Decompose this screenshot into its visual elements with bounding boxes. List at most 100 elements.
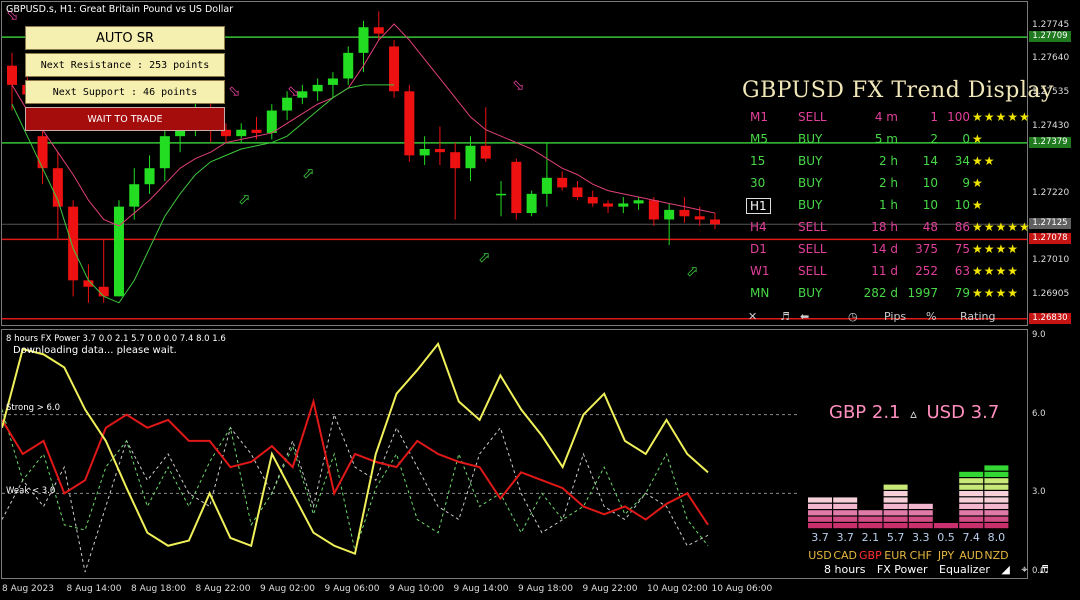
trend-percent: 86	[954, 220, 970, 234]
equalizer-value: 8.0	[987, 531, 1006, 544]
equalizer-currency[interactable]: CAD	[833, 549, 857, 562]
trend-row[interactable]: D1 SELL 14 d 375 75 ★★★★	[740, 242, 1025, 262]
trend-pips: 252	[915, 264, 938, 278]
next-resistance-label: Next Resistance : 253 points	[25, 53, 225, 77]
equalizer-value: 2.1	[861, 531, 880, 544]
rating-stars: ★★★★	[972, 242, 1020, 256]
trend-duration: 5 m	[874, 132, 898, 146]
trend-pips: 48	[922, 220, 938, 234]
trend-pips: 375	[915, 242, 938, 256]
rating-stars: ★★★★★	[972, 110, 1031, 124]
trend-row[interactable]: H4 SELL 18 h 48 86 ★★★★★	[740, 220, 1030, 240]
wait-to-trade-button[interactable]: WAIT TO TRADE	[25, 107, 225, 131]
close-icon[interactable]: ✕	[748, 310, 757, 323]
trend-direction: BUY	[798, 132, 823, 146]
price-tag: 1.27125	[1029, 218, 1071, 230]
trend-row[interactable]: MN BUY 282 d 1997 79 ★★★★	[740, 286, 1025, 306]
equalizer-currency[interactable]: USD	[808, 549, 832, 562]
rating-stars: ★	[972, 176, 984, 190]
date-axis-label: 10 Aug 06:00	[711, 584, 773, 594]
download-status: Downloading data... please wait.	[13, 345, 177, 356]
trend-direction: SELL	[798, 110, 827, 124]
equalizer-currency[interactable]: JPY	[934, 549, 958, 562]
trend-direction: BUY	[798, 154, 823, 168]
equalizer-currency[interactable]: EUR	[884, 549, 908, 562]
price-tag: 1.26830	[1029, 312, 1071, 324]
price-tag: 1.27078	[1029, 233, 1071, 245]
arrow-left-icon[interactable]: ⬅	[800, 310, 809, 323]
trend-display-title: GBPUSD FX Trend Display	[742, 78, 1054, 103]
equalizer-currency[interactable]: NZD	[984, 549, 1008, 562]
delta-icon: ▵	[910, 407, 917, 422]
mode-selector[interactable]: Equalizer	[939, 563, 990, 576]
trend-direction: SELL	[798, 220, 827, 234]
date-axis-label: 9 Aug 22:00	[582, 584, 638, 594]
price-axis-label: 1.26905	[1032, 288, 1070, 299]
date-axis-label: 9 Aug 18:00	[518, 584, 573, 594]
power-axis-label: 9.0	[1032, 330, 1046, 340]
strong-level-label: Strong > 6.0	[6, 403, 61, 413]
crosshair-icon[interactable]: ⌖	[1021, 563, 1027, 576]
date-axis-label: 9 Aug 06:00	[324, 584, 380, 594]
rating-stars: ★★★★	[972, 264, 1020, 278]
date-axis-label: 8 Aug 2023	[2, 584, 54, 594]
price-tag: 1.27709	[1029, 31, 1071, 43]
trend-timeframe: H4	[750, 220, 767, 234]
rating-header[interactable]: Rating	[960, 310, 995, 323]
rating-stars: ★	[972, 198, 984, 212]
rating-stars: ★	[972, 132, 984, 146]
equalizer-value: 0.5	[937, 531, 955, 544]
trend-timeframe: M1	[750, 110, 768, 124]
next-support-label: Next Support : 46 points	[25, 80, 225, 104]
trend-percent: 34	[954, 154, 970, 168]
equalizer-currency[interactable]: CHF	[909, 549, 933, 562]
equalizer-currency[interactable]: GBP	[858, 549, 882, 562]
pips-header[interactable]: Pips	[884, 310, 906, 323]
trend-direction: BUY	[798, 198, 823, 212]
price-axis-label: 1.27010	[1032, 255, 1070, 266]
trend-pips: 10	[922, 198, 938, 212]
equalizer-currency[interactable]: AUD	[959, 549, 983, 562]
trend-row[interactable]: 15 BUY 2 h 14 34 ★★	[740, 154, 1025, 174]
price-axis-label: 1.27220	[1032, 187, 1070, 198]
trend-duration: 1 h	[878, 198, 898, 212]
trend-duration: 2 h	[878, 176, 898, 190]
price-axis-label: 1.27745	[1032, 19, 1070, 30]
date-axis-label: 9 Aug 10:00	[389, 584, 444, 594]
music-note-icon[interactable]: ♬	[780, 310, 790, 323]
weak-level-label: Weak < 3.0	[6, 486, 56, 496]
indicator-name: FX Power	[876, 563, 928, 576]
trend-timeframe: D1	[750, 242, 767, 256]
percent-header[interactable]: %	[926, 310, 936, 323]
power-axis-label: 3.0	[1032, 487, 1046, 498]
trend-percent: 79	[954, 286, 970, 300]
pair-strength-readout: GBP 2.1 ▵ USD 3.7	[829, 402, 999, 423]
trend-pips: 1997	[907, 286, 938, 300]
trend-row[interactable]: H1 BUY 1 h 10 10 ★	[740, 198, 1025, 218]
trend-row[interactable]: M1 SELL 4 m 1 100 ★★★★★	[740, 110, 1030, 130]
date-axis-label: 8 Aug 14:00	[66, 584, 122, 594]
trend-duration: 4 m	[874, 110, 898, 124]
trend-percent: 63	[954, 264, 970, 278]
trend-row[interactable]: W1 SELL 11 d 252 63 ★★★★	[740, 264, 1025, 284]
chart-title: GBPUSD.s, H1: Great Britain Pound vs US …	[6, 4, 234, 15]
trend-row[interactable]: 30 BUY 2 h 10 9 ★	[740, 176, 1025, 196]
price-axis-label: 1.27640	[1032, 53, 1070, 64]
trend-pips: 1	[930, 110, 938, 124]
trend-duration: 2 h	[878, 154, 898, 168]
date-axis-label: 9 Aug 14:00	[453, 584, 509, 594]
fx-power-title: 8 hours FX Power 3.7 0.0 2.1 5.7 0.0 0.0…	[6, 334, 226, 344]
trend-pips: 14	[922, 154, 938, 168]
rating-stars: ★★★★	[972, 286, 1020, 300]
mode-arrow-icon[interactable]: ◢	[1001, 563, 1009, 576]
quote-strength: USD 3.7	[926, 402, 1000, 423]
date-axis-label: 9 Aug 02:00	[260, 584, 315, 594]
clock-icon[interactable]: ◷	[848, 310, 858, 323]
trend-row[interactable]: M5 BUY 5 m 2 0 ★	[740, 132, 1025, 152]
trend-footer: ✕ ♬ ⬅ ◷ Pips % Rating	[740, 310, 1025, 324]
price-tag: 1.27379	[1029, 136, 1071, 148]
trend-pips: 2	[930, 132, 938, 146]
period-selector[interactable]: 8 hours	[824, 563, 865, 576]
music-note-icon[interactable]: ♬	[1039, 563, 1049, 576]
trend-timeframe: MN	[750, 286, 770, 300]
